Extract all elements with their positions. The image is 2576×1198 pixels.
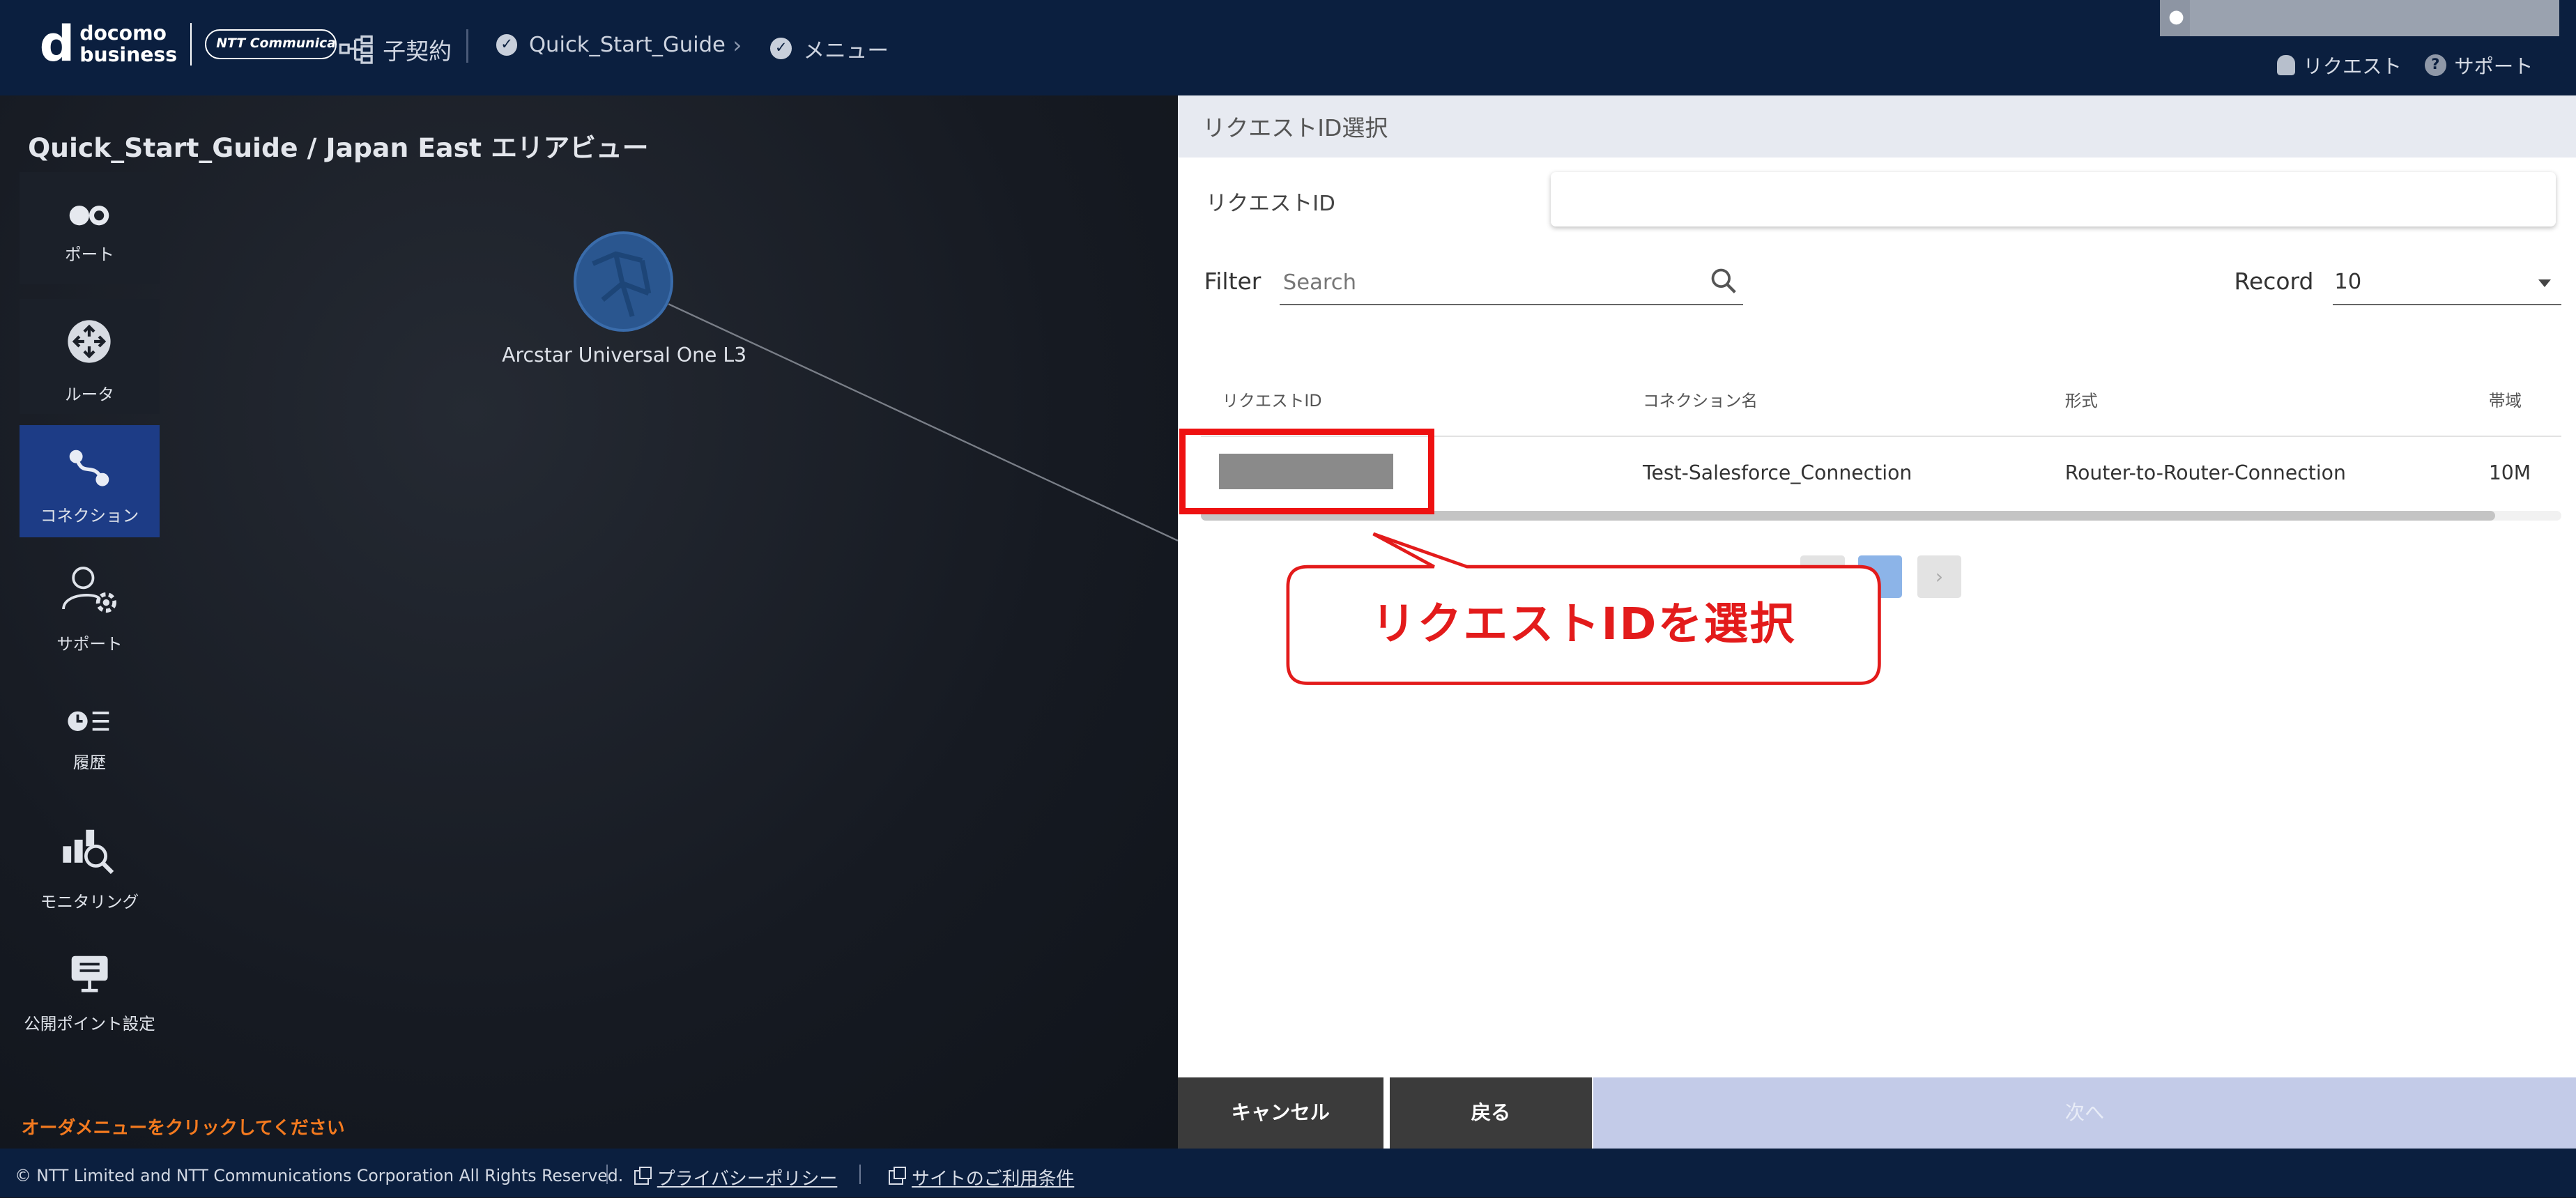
breadcrumb-menu[interactable]: ✓ メニュー [770, 33, 889, 64]
masked-user-name [2189, 0, 2560, 36]
logo-text-docomo: docomo [79, 21, 167, 45]
pagination-next-button[interactable]: › [1917, 555, 1962, 598]
help-icon: ? [2424, 54, 2446, 76]
bell-icon [2276, 55, 2295, 75]
order-menu-hint: オーダメニューをクリックしてください [21, 1118, 345, 1139]
record-count-select[interactable]: 10 [2332, 259, 2561, 306]
globe-network-icon [591, 251, 651, 318]
column-header-request-id[interactable]: リクエストID [1222, 387, 1322, 411]
table-header: リクエストID コネクション名 形式 帯域 [1200, 374, 2561, 437]
search-icon[interactable] [1710, 268, 1737, 294]
record-label: Record [2234, 268, 2314, 295]
docomo-business-logo[interactable]: d docomo business NTT Communications [39, 15, 337, 73]
user-icon: ● [2168, 6, 2184, 28]
docomo-d-mark: d [39, 15, 75, 73]
breadcrumb-guide-label: Quick_Start_Guide [528, 33, 726, 58]
cell-bandwidth: 10M [2488, 461, 2531, 485]
external-link-icon [634, 1166, 652, 1185]
caret-down-icon [2538, 279, 2552, 287]
privacy-policy-link[interactable]: プライバシーポリシー [634, 1165, 838, 1190]
external-link-icon [889, 1166, 906, 1185]
cancel-button[interactable]: キャンセル [1177, 1077, 1383, 1149]
search-input[interactable] [1280, 266, 1691, 299]
back-button[interactable]: 戻る [1390, 1077, 1592, 1149]
terms-of-use-link[interactable]: サイトのご利用条件 [889, 1165, 1074, 1190]
sub-contract-menu[interactable]: 子契約 [339, 33, 452, 66]
logo-text-business: business [79, 43, 178, 66]
next-button[interactable]: 次へ [1593, 1077, 2576, 1149]
column-header-bandwidth[interactable]: 帯域 [2489, 387, 2522, 411]
top-header: d docomo business NTT Communications 子契約… [0, 0, 2576, 95]
area-view-canvas: Quick_Start_Guide / Japan East エリアビュー ポー… [0, 95, 1178, 1149]
check-circle-icon: ✓ [770, 38, 792, 59]
check-circle-icon: ✓ [496, 34, 518, 56]
request-id-label: リクエストID [1206, 192, 1335, 217]
support-link[interactable]: ? サポート [2424, 51, 2533, 79]
footer: © NTT Limited and NTT Communications Cor… [0, 1148, 2576, 1198]
hierarchy-icon [339, 35, 373, 64]
arcstar-node-label: Arcstar Universal One L3 [502, 343, 747, 367]
panel-title: リクエストID選択 [1177, 95, 2576, 158]
column-header-connection-name[interactable]: コネクション名 [1643, 387, 1758, 411]
request-link[interactable]: リクエスト [2276, 51, 2402, 79]
request-id-field[interactable] [1551, 172, 2556, 227]
support-link-label: サポート [2454, 55, 2533, 79]
callout-text: リクエストIDを選択 [1371, 599, 1796, 651]
highlight-box [1179, 429, 1434, 514]
record-count-value: 10 [2334, 270, 2362, 295]
breadcrumb-menu-label: メニュー [803, 39, 889, 64]
sub-contract-label: 子契約 [383, 38, 452, 66]
cell-connection-name: Test-Salesforce_Connection [1642, 461, 1912, 485]
terms-of-use-label: サイトのご利用条件 [912, 1169, 1075, 1190]
request-link-label: リクエスト [2303, 55, 2402, 79]
column-header-type[interactable]: 形式 [2065, 387, 2098, 411]
filter-label: Filter [1204, 268, 1262, 295]
privacy-policy-label: プライバシーポリシー [657, 1169, 838, 1190]
arcstar-node[interactable] [573, 231, 674, 332]
cell-type: Router-to-Router-Connection [2064, 461, 2346, 485]
breadcrumb-guide[interactable]: ✓ Quick_Start_Guide [496, 33, 726, 57]
ntt-communications-logo: NTT Communications [205, 29, 337, 59]
user-account[interactable]: ● [2160, 0, 2560, 36]
copyright-text: © NTT Limited and NTT Communications Cor… [15, 1166, 624, 1186]
chevron-right-icon: › [733, 31, 742, 59]
search-box [1280, 259, 1743, 306]
